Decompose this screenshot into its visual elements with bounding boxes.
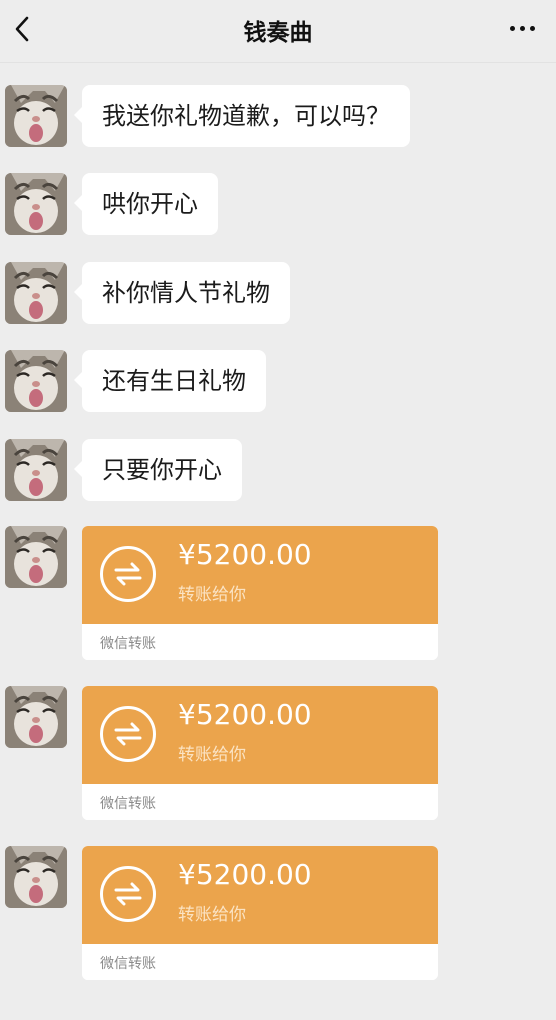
transfer-footer: 微信转账	[82, 784, 438, 820]
transfer-card[interactable]: ¥5200.00 转账给你 微信转账	[82, 526, 438, 660]
more-dots-icon	[510, 26, 515, 31]
transfer-card-body: ¥5200.00 转账给你	[82, 846, 438, 944]
more-button[interactable]	[508, 18, 538, 38]
cat-avatar-icon	[5, 350, 67, 412]
transfer-caption: 转账给你	[178, 745, 246, 765]
transfer-footer: 微信转账	[82, 624, 438, 660]
transfer-amount: ¥5200.00	[178, 858, 312, 891]
text-message-bubble[interactable]: 还有生日礼物	[74, 350, 266, 412]
cat-avatar-icon	[5, 173, 67, 235]
chat-header: 钱奏曲	[0, 0, 556, 63]
chat-title: 钱奏曲	[243, 20, 313, 46]
avatar[interactable]	[5, 85, 67, 147]
text-message-bubble[interactable]: 哄你开心	[74, 173, 218, 235]
transfer-card[interactable]: ¥5200.00 转账给你 微信转账	[82, 846, 438, 980]
transfer-amount: ¥5200.00	[178, 538, 312, 571]
transfer-card-body: ¥5200.00 转账给你	[82, 686, 438, 784]
avatar[interactable]	[5, 686, 67, 748]
text-message-bubble[interactable]: 补你情人节礼物	[74, 262, 290, 324]
transfer-footer-label: 微信转账	[100, 636, 156, 652]
cat-avatar-icon	[5, 262, 67, 324]
transfer-amount: ¥5200.00	[178, 698, 312, 731]
cat-avatar-icon	[5, 846, 67, 908]
cat-avatar-icon	[5, 686, 67, 748]
avatar[interactable]	[5, 350, 67, 412]
text-message-bubble[interactable]: 我送你礼物道歉，可以吗？	[74, 85, 410, 147]
transfer-caption: 转账给你	[178, 585, 246, 605]
cat-avatar-icon	[5, 526, 67, 588]
avatar[interactable]	[5, 439, 67, 501]
avatar[interactable]	[5, 173, 67, 235]
transfer-footer-label: 微信转账	[100, 796, 156, 812]
cat-avatar-icon	[5, 439, 67, 501]
transfer-icon	[100, 706, 156, 762]
cat-avatar-icon	[5, 85, 67, 147]
transfer-icon	[100, 866, 156, 922]
transfer-card[interactable]: ¥5200.00 转账给你 微信转账	[82, 686, 438, 820]
transfer-card-body: ¥5200.00 转账给你	[82, 526, 438, 624]
transfer-caption: 转账给你	[178, 905, 246, 925]
avatar[interactable]	[5, 846, 67, 908]
transfer-footer: 微信转账	[82, 944, 438, 980]
avatar[interactable]	[5, 262, 67, 324]
transfer-footer-label: 微信转账	[100, 956, 156, 972]
transfer-icon	[100, 546, 156, 602]
avatar[interactable]	[5, 526, 67, 588]
text-message-bubble[interactable]: 只要你开心	[74, 439, 242, 501]
